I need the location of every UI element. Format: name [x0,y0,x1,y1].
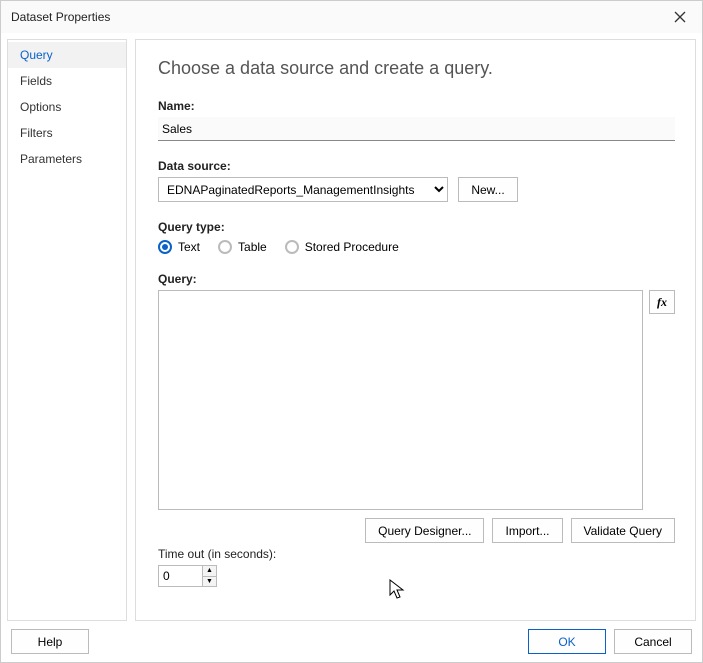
sidebar-item-label: Options [20,100,61,114]
query-textarea[interactable] [158,290,643,510]
radio-icon [285,240,299,254]
radio-label: Table [238,240,267,254]
radio-label: Stored Procedure [305,240,399,254]
radio-label: Text [178,240,200,254]
querytype-section: Query type: Text Table Stored Procedure [158,220,675,254]
main-panel: Choose a data source and create a query.… [135,39,696,621]
sidebar-item-filters[interactable]: Filters [8,120,126,146]
sidebar-nav: Query Fields Options Filters Parameters [7,39,127,621]
help-button[interactable]: Help [11,629,89,654]
timeout-label: Time out (in seconds): [158,547,675,561]
sidebar-item-label: Fields [20,74,52,88]
spinner-up-button[interactable]: ▲ [203,566,216,577]
querytype-radio-storedproc[interactable]: Stored Procedure [285,240,399,254]
timeout-input[interactable] [158,565,202,587]
dialog-window: Dataset Properties Query Fields Options … [0,0,703,663]
ok-button[interactable]: OK [528,629,606,654]
chevron-down-icon: ▼ [206,578,213,585]
sidebar-item-options[interactable]: Options [8,94,126,120]
querytype-label: Query type: [158,220,675,234]
radio-icon [218,240,232,254]
new-datasource-button[interactable]: New... [458,177,518,202]
datasource-section: Data source: EDNAPaginatedReports_Manage… [158,159,675,202]
dialog-footer: Help OK Cancel [1,621,702,662]
name-input[interactable] [158,117,675,141]
close-button[interactable] [668,5,692,29]
radio-icon [158,240,172,254]
name-section: Name: [158,99,675,141]
spinner-down-button[interactable]: ▼ [203,577,216,587]
window-title: Dataset Properties [11,10,110,24]
querytype-radio-text[interactable]: Text [158,240,200,254]
import-button[interactable]: Import... [492,518,562,543]
sidebar-item-query[interactable]: Query [8,42,126,68]
timeout-section: Time out (in seconds): ▲ ▼ [158,547,675,587]
expression-button[interactable]: fx [649,290,675,314]
querytype-radio-table[interactable]: Table [218,240,267,254]
cancel-button[interactable]: Cancel [614,629,692,654]
chevron-up-icon: ▲ [206,567,213,574]
name-label: Name: [158,99,675,113]
query-designer-button[interactable]: Query Designer... [365,518,484,543]
sidebar-item-label: Filters [20,126,53,140]
sidebar-item-parameters[interactable]: Parameters [8,146,126,172]
dialog-body: Query Fields Options Filters Parameters … [1,33,702,621]
validate-query-button[interactable]: Validate Query [571,518,676,543]
query-section: Query: fx Query Designer... Import... Va… [158,272,675,543]
sidebar-item-fields[interactable]: Fields [8,68,126,94]
datasource-label: Data source: [158,159,675,173]
page-heading: Choose a data source and create a query. [158,58,675,79]
fx-icon: fx [657,295,667,310]
titlebar: Dataset Properties [1,1,702,33]
query-label: Query: [158,272,675,286]
sidebar-item-label: Parameters [20,152,82,166]
timeout-stepper: ▲ ▼ [202,565,217,587]
datasource-select[interactable]: EDNAPaginatedReports_ManagementInsights [158,177,448,202]
sidebar-item-label: Query [20,48,53,62]
close-icon [674,11,686,23]
